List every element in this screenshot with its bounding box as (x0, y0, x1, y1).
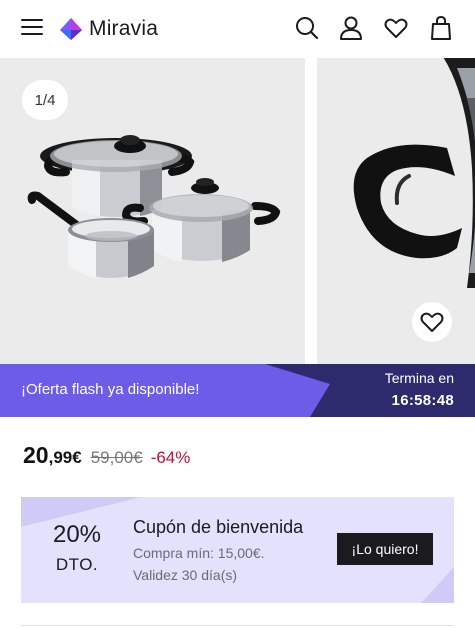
current-price-integer: 20 (23, 442, 49, 468)
heart-icon[interactable] (383, 15, 409, 41)
top-header: Miravia (0, 0, 475, 58)
search-icon[interactable] (294, 15, 320, 41)
flash-ends-label: Termina en (384, 370, 454, 386)
flash-countdown: 16:58:48 (391, 392, 454, 409)
bag-icon[interactable] (428, 15, 454, 41)
product-image-gallery[interactable]: 1/4 (0, 58, 475, 364)
flash-sale-banner: ¡Oferta flash ya disponible! Termina en … (0, 364, 475, 417)
current-price-decimal: ,99€ (48, 448, 82, 467)
image-counter: 1/4 (22, 80, 68, 120)
miravia-logo[interactable]: Miravia (58, 14, 158, 44)
menu-icon[interactable] (21, 18, 43, 36)
account-icon[interactable] (338, 15, 364, 41)
coupon-percent: 20% (52, 521, 102, 548)
price-row: 20 ,99€ 59,00€ -64% (23, 442, 190, 470)
flash-sale-text: ¡Oferta flash ya disponible! (21, 381, 200, 398)
logo-text: Miravia (89, 17, 159, 40)
welcome-coupon-card: 20% DTO. Cupón de bienvenida Compra mín:… (21, 497, 454, 603)
product-image-1[interactable]: 1/4 (0, 58, 305, 364)
wishlist-button[interactable] (412, 302, 452, 342)
miravia-logo-icon (60, 18, 82, 40)
heart-icon (420, 312, 444, 332)
coupon-validity: Validez 30 día(s) (133, 567, 238, 583)
coupon-dto-label: DTO. (55, 555, 99, 574)
coupon-min-purchase: Compra mín: 15,00€. (133, 545, 265, 561)
section-divider (21, 625, 454, 626)
original-price: 59,00€ (90, 448, 143, 467)
discount-percent: -64% (150, 448, 191, 467)
claim-coupon-button[interactable]: ¡Lo quiero! (337, 533, 433, 565)
coupon-title: Cupón de bienvenida (133, 517, 304, 537)
